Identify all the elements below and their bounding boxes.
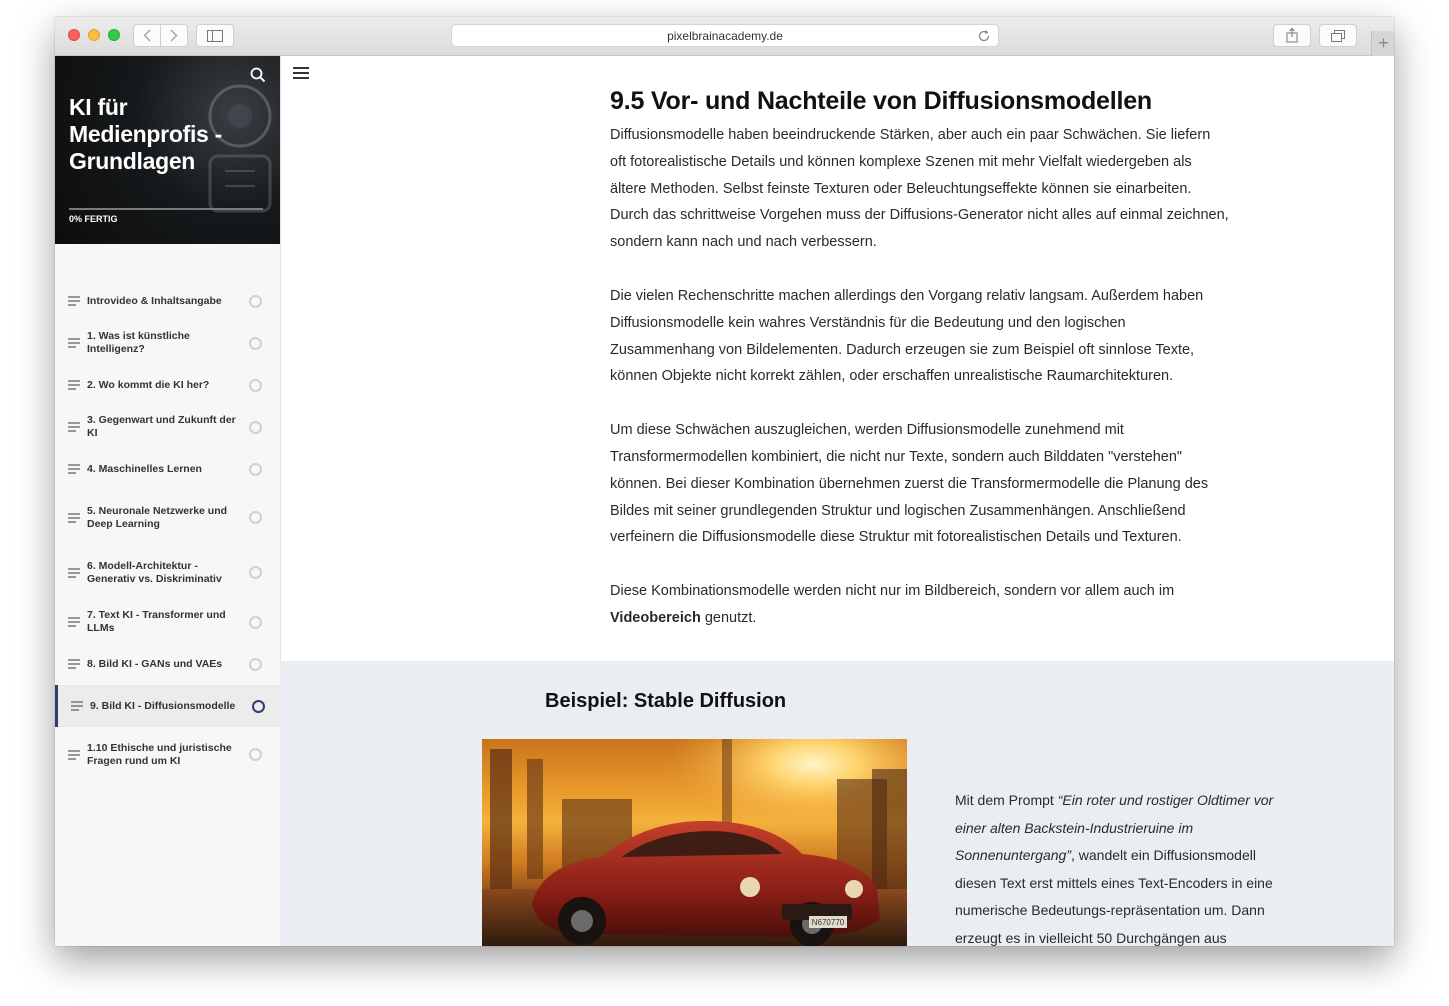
new-tab-button[interactable]: + bbox=[1371, 31, 1394, 56]
plus-icon: + bbox=[1378, 33, 1389, 53]
example-image: N670770 bbox=[482, 739, 907, 946]
menu-icon[interactable] bbox=[292, 66, 310, 80]
paragraph-video: Diese Kombinationsmodelle werden nicht n… bbox=[610, 578, 1230, 632]
oldtimer-car-illustration: N670770 bbox=[482, 739, 907, 946]
example-text-intro: Mit dem Prompt bbox=[955, 792, 1058, 808]
share-button[interactable] bbox=[1273, 24, 1311, 47]
list-lines-icon bbox=[68, 338, 80, 348]
lesson-label: 4. Maschinelles Lernen bbox=[87, 462, 202, 475]
circle-status-icon bbox=[249, 294, 262, 308]
paragraph-video-text: Diese Kombinationsmodelle werden nicht n… bbox=[610, 583, 1175, 600]
lesson-item[interactable]: 9. Bild KI - Diffusionsmodelle bbox=[55, 685, 280, 727]
lesson-label: Introvideo & Inhaltsangabe bbox=[87, 294, 222, 307]
list-lines-icon bbox=[71, 701, 83, 711]
lesson-item[interactable]: 5. Neuronale Netzwerke und Deep Learning bbox=[55, 490, 280, 545]
progress-text: 0% FERTIG bbox=[69, 214, 118, 224]
share-icon bbox=[1286, 28, 1298, 43]
forward-button[interactable] bbox=[160, 24, 188, 47]
paragraph-strengths: Diffusionsmodelle haben beeindruckende S… bbox=[610, 127, 1229, 251]
reload-icon[interactable] bbox=[976, 28, 992, 44]
lesson-label: 6. Modell-Architektur - Generativ vs. Di… bbox=[87, 559, 222, 585]
circle-status-icon bbox=[252, 699, 265, 713]
lesson-label: 1.10 Ethische und juristische Fragen run… bbox=[87, 741, 232, 767]
lesson-label: 9. Bild KI - Diffusionsmodelle bbox=[90, 699, 236, 712]
forward-icon bbox=[170, 29, 178, 42]
zoom-window-button[interactable] bbox=[108, 29, 120, 41]
license-plate: N670770 bbox=[812, 918, 845, 927]
lesson-label: 7. Text KI - Transformer und LLMs bbox=[87, 609, 226, 634]
list-lines-icon bbox=[68, 296, 80, 306]
circle-status-icon bbox=[249, 378, 262, 392]
list-lines-icon bbox=[68, 749, 80, 760]
circle-status-icon bbox=[249, 462, 262, 476]
search-icon[interactable] bbox=[249, 66, 267, 84]
circle-status-icon bbox=[249, 566, 262, 579]
browser-toolbar: pixelbrainacademy.de + bbox=[55, 17, 1394, 56]
back-button[interactable] bbox=[133, 24, 161, 47]
circle-status-icon bbox=[249, 657, 262, 671]
lesson-item[interactable]: 6. Modell-Architektur - Generativ vs. Di… bbox=[55, 545, 280, 600]
browser-window: pixelbrainacademy.de + KI für Medienprof… bbox=[55, 17, 1394, 946]
lesson-item[interactable]: 7. Text KI - Transformer und LLMs bbox=[55, 601, 280, 643]
course-sidebar: KI für Medienprofis - Grundlagen 0% FERT… bbox=[55, 56, 281, 946]
circle-status-icon bbox=[249, 420, 262, 434]
list-lines-icon bbox=[68, 380, 80, 390]
course-title: KI für Medienprofis - Grundlagen bbox=[69, 94, 222, 174]
lesson-label: 1. Was ist künstliche Intelligenz? bbox=[87, 330, 190, 355]
list-lines-icon bbox=[68, 464, 80, 474]
tabs-icon bbox=[1331, 29, 1345, 42]
circle-status-icon bbox=[249, 336, 262, 350]
lesson-label: 8. Bild KI - GANs und VAEs bbox=[87, 657, 223, 670]
url-text: pixelbrainacademy.de bbox=[667, 28, 783, 43]
section-heading: 9.5 Vor- und Nachteile von Diffusionsmod… bbox=[610, 87, 1153, 115]
paragraph-transformers: Um diese Schwächen auszugleichen, werden… bbox=[610, 422, 1209, 546]
lesson-label: 3. Gegenwart und Zukunft der KI bbox=[87, 414, 236, 439]
list-lines-icon bbox=[68, 617, 80, 627]
example-description: Mit dem Prompt “Ein roter und rostiger O… bbox=[955, 787, 1300, 946]
list-lines-icon bbox=[68, 659, 80, 669]
paragraph-weaknesses: Die vielen Rechenschritte machen allerdi… bbox=[610, 287, 1204, 385]
video-keyword: Videobereich bbox=[610, 609, 701, 626]
lesson-item[interactable]: 8. Bild KI - GANs und VAEs bbox=[55, 643, 280, 685]
lesson-item[interactable]: 1.10 Ethische und juristische Fragen run… bbox=[55, 727, 280, 782]
list-lines-icon bbox=[68, 567, 80, 578]
back-icon bbox=[143, 29, 151, 42]
sidebar-toggle-button[interactable] bbox=[196, 24, 234, 47]
lesson-item[interactable]: 4. Maschinelles Lernen bbox=[55, 448, 280, 490]
circle-status-icon bbox=[249, 748, 262, 761]
circle-status-icon bbox=[249, 615, 262, 629]
close-window-button[interactable] bbox=[68, 29, 80, 41]
lesson-label: 2. Wo kommt die KI her? bbox=[87, 378, 210, 391]
lesson-label: 5. Neuronale Netzwerke und Deep Learning bbox=[87, 504, 228, 530]
course-header: KI für Medienprofis - Grundlagen 0% FERT… bbox=[55, 56, 280, 244]
list-lines-icon bbox=[68, 512, 80, 523]
minimize-window-button[interactable] bbox=[88, 29, 100, 41]
lesson-item[interactable]: 2. Wo kommt die KI her? bbox=[55, 364, 280, 406]
paragraph-video-end: genutzt. bbox=[700, 609, 757, 626]
lesson-item[interactable]: 1. Was ist künstliche Intelligenz? bbox=[55, 322, 280, 364]
example-heading: Beispiel: Stable Diffusion bbox=[545, 690, 787, 712]
lesson-item[interactable]: Introvideo & Inhaltsangabe bbox=[55, 280, 280, 322]
address-bar[interactable]: pixelbrainacademy.de bbox=[451, 24, 999, 47]
sidebar-toggle-icon bbox=[207, 29, 223, 42]
tabs-button[interactable] bbox=[1319, 24, 1357, 47]
lesson-content: 9.5 Vor- und Nachteile von Diffusionsmod… bbox=[610, 87, 1230, 632]
progress-bar bbox=[69, 208, 263, 210]
list-lines-icon bbox=[68, 422, 80, 432]
circle-status-icon bbox=[249, 511, 262, 524]
lesson-item[interactable]: 3. Gegenwart und Zukunft der KI bbox=[55, 406, 280, 448]
